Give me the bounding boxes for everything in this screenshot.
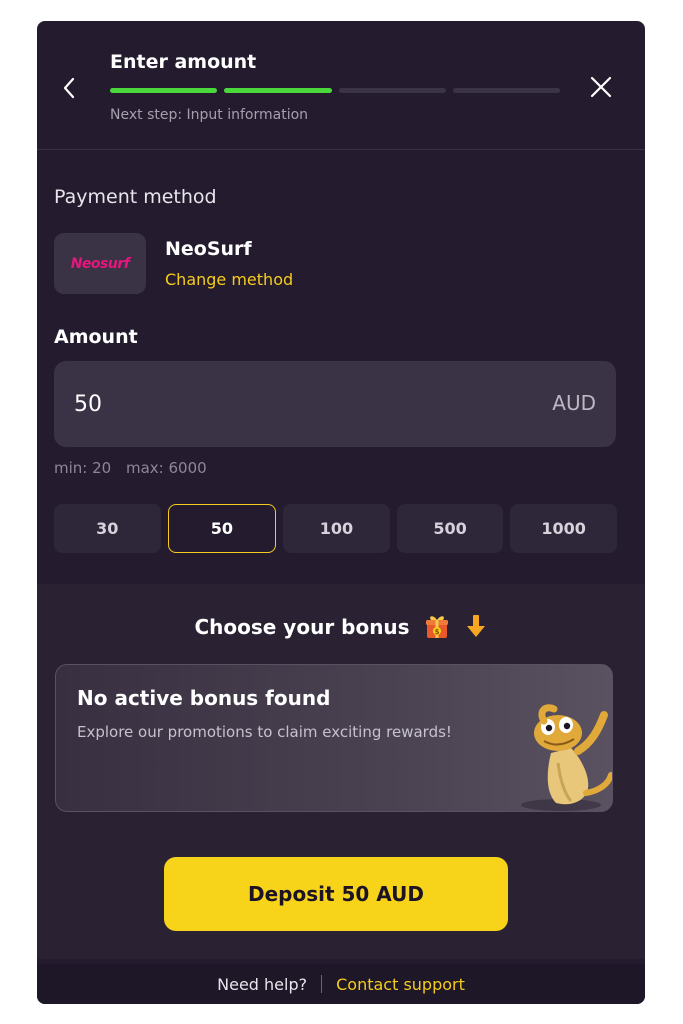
step-title: Enter amount	[110, 51, 257, 73]
arrow-down-icon	[464, 612, 488, 645]
quick-amount-button[interactable]: 30	[54, 504, 161, 553]
deposit-button[interactable]: Deposit 50 AUD	[164, 857, 508, 931]
neosurf-logo-text: Neosurf	[70, 255, 130, 272]
quick-amount-button-selected[interactable]: 50	[167, 504, 277, 553]
change-method-link[interactable]: Change method	[165, 270, 293, 289]
amount-limits: min: 20 max: 6000	[54, 459, 217, 477]
amount-label: Amount	[54, 326, 138, 348]
progress-segment-1	[110, 88, 218, 93]
need-help-text: Need help?	[217, 974, 308, 994]
footer: Need help? Contact support	[37, 964, 645, 1004]
amount-currency: AUD	[552, 391, 596, 415]
contact-support-link[interactable]: Contact support	[336, 975, 465, 994]
bonus-heading: Choose your bonus $	[37, 612, 645, 645]
mascot-illustration	[521, 704, 612, 811]
modal-header: Enter amount Next step: Input informatio…	[37, 21, 645, 150]
amount-max: max: 6000	[125, 459, 207, 477]
payment-method-label: Payment method	[54, 186, 217, 208]
close-button[interactable]	[587, 73, 615, 101]
progress-segment-2	[224, 88, 332, 93]
bonus-card-title: No active bonus found	[77, 686, 331, 710]
footer-divider	[321, 975, 323, 993]
back-button[interactable]	[57, 71, 81, 105]
payment-method-name: NeoSurf	[165, 238, 252, 260]
next-step-hint: Next step: Input information	[110, 107, 309, 123]
close-icon	[590, 76, 612, 98]
quick-amount-button[interactable]: 1000	[510, 504, 617, 553]
bonus-card-subtitle: Explore our promotions to claim exciting…	[77, 723, 452, 741]
chevron-left-icon	[63, 77, 75, 99]
quick-amounts: 30 50 100 500 1000	[54, 504, 617, 553]
progress-segment-4	[452, 88, 560, 93]
bonus-title-text: Choose your bonus	[194, 615, 410, 639]
payment-method-logo: Neosurf	[54, 233, 146, 294]
quick-amount-button[interactable]: 100	[283, 504, 390, 553]
step-progress	[110, 88, 560, 93]
progress-segment-3	[338, 88, 446, 93]
deposit-modal: Enter amount Next step: Input informatio…	[37, 21, 645, 1004]
gift-icon: $	[423, 612, 451, 645]
amount-field[interactable]: AUD	[54, 361, 616, 447]
quick-amount-button[interactable]: 500	[396, 504, 504, 553]
amount-min: min: 20	[54, 459, 112, 477]
no-bonus-card: No active bonus found Explore our promot…	[55, 664, 613, 812]
svg-text:$: $	[434, 628, 439, 636]
amount-input[interactable]	[74, 361, 494, 447]
